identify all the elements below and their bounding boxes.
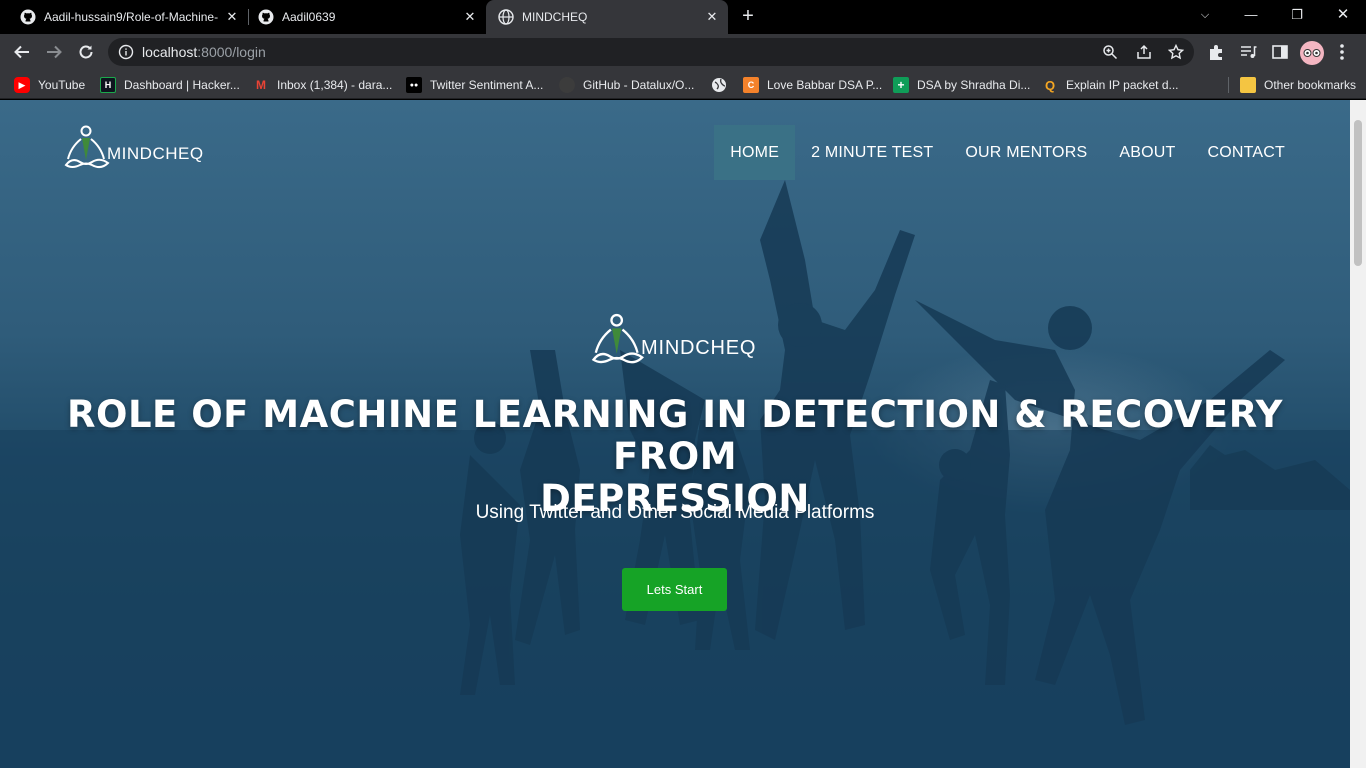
bookmark-love-babbar[interactable]: C Love Babbar DSA P... xyxy=(743,75,882,95)
lets-start-button[interactable]: Lets Start xyxy=(622,568,727,611)
meditation-logo-icon xyxy=(64,125,110,169)
forward-button[interactable] xyxy=(40,38,68,66)
tab-title: MINDCHEQ xyxy=(522,10,588,24)
window-close-button[interactable]: ✕ xyxy=(1320,0,1366,30)
close-icon[interactable]: ✕ xyxy=(460,9,480,25)
hero-logo-text: MINDCHEQ xyxy=(641,337,757,359)
bookmark-gmail[interactable]: M Inbox (1,384) - dara... xyxy=(253,75,392,95)
hero-title-line-1: ROLE OF MACHINE LEARNING IN DETECTION & … xyxy=(67,393,1283,478)
tab-strip: Aadil-hussain9/Role-of-Machine- ✕ Aadil0… xyxy=(0,0,1366,34)
youtube-icon: ▶ xyxy=(14,77,30,93)
reload-icon xyxy=(79,45,93,59)
browser-toolbar: localhost:8000/login xyxy=(0,34,1366,70)
bookmark-github-datalux[interactable]: GitHub - Datalux/O... xyxy=(559,75,694,95)
page-scrollbar[interactable] xyxy=(1350,100,1366,768)
bookmark-hackerrank[interactable]: H Dashboard | Hacker... xyxy=(100,75,240,95)
bookmark-label: Love Babbar DSA P... xyxy=(767,78,883,92)
nav-2-minute-test[interactable]: 2 MINUTE TEST xyxy=(795,125,949,180)
bookmarks-bar: ▶ YouTube H Dashboard | Hacker... M Inbo… xyxy=(0,70,1366,99)
share-icon[interactable] xyxy=(1136,44,1152,60)
bookmark-youtube[interactable]: ▶ YouTube xyxy=(14,75,85,95)
hero-subtitle: Using Twitter and Other Social Media Pla… xyxy=(475,502,875,523)
side-panel-icon[interactable] xyxy=(1271,43,1289,61)
bookmark-label: Dashboard | Hacker... xyxy=(124,78,240,92)
github-icon xyxy=(20,9,36,25)
profile-avatar[interactable] xyxy=(1300,41,1324,65)
reload-button[interactable] xyxy=(72,38,100,66)
arrow-right-icon xyxy=(47,45,62,59)
bookmark-divider xyxy=(1228,77,1229,93)
globe-icon xyxy=(498,9,514,25)
bookmark-label: Twitter Sentiment A... xyxy=(430,78,544,92)
restore-button[interactable]: ❐ xyxy=(1274,0,1320,30)
bookmark-label: Other bookmarks xyxy=(1264,78,1357,92)
new-tab-button[interactable]: + xyxy=(737,5,759,27)
brand-name: MINDCHEQ xyxy=(107,144,204,163)
tab-title: Aadil0639 xyxy=(282,10,336,24)
nav-contact[interactable]: CONTACT xyxy=(1191,125,1301,180)
scrollbar-thumb[interactable] xyxy=(1354,120,1362,266)
arrow-left-icon xyxy=(14,45,29,59)
nav-our-mentors[interactable]: OUR MENTORS xyxy=(949,125,1103,180)
main-nav: HOME 2 MINUTE TEST OUR MENTORS ABOUT CON… xyxy=(714,125,1301,180)
tab-title: Aadil-hussain9/Role-of-Machine- xyxy=(44,10,219,24)
bookmark-label: Explain IP packet d... xyxy=(1066,78,1179,92)
tab-search-icon[interactable]: ⌵ xyxy=(1182,0,1228,30)
media-control-icon[interactable] xyxy=(1239,43,1257,61)
gmail-icon: M xyxy=(256,78,266,92)
bookmark-label: DSA by Shradha Di... xyxy=(917,78,1031,92)
back-button[interactable] xyxy=(8,38,36,66)
nav-about[interactable]: ABOUT xyxy=(1103,125,1191,180)
bookmark-dsa-shradha[interactable]: + DSA by Shradha Di... xyxy=(893,75,1030,95)
tab-mindcheq[interactable]: MINDCHEQ ✕ xyxy=(486,0,728,34)
url-host: localhost xyxy=(142,44,198,60)
url-path: :8000/login xyxy=(197,44,266,60)
medium-icon: ●● xyxy=(406,77,422,93)
meditation-logo-icon xyxy=(591,313,644,364)
github-icon xyxy=(258,9,274,25)
hero-logo: MINDCHEQ xyxy=(590,312,756,368)
bookmark-globe[interactable] xyxy=(711,75,727,95)
hackerrank-icon: H xyxy=(100,77,116,93)
menu-icon[interactable] xyxy=(1338,43,1346,61)
bookmark-label: GitHub - Datalux/O... xyxy=(583,78,695,92)
bookmark-label: Inbox (1,384) - dara... xyxy=(277,78,393,92)
bookmark-explain-ip[interactable]: Q Explain IP packet d... xyxy=(1042,75,1179,95)
star-icon[interactable] xyxy=(1168,44,1184,60)
quora-icon: Q xyxy=(1044,77,1056,93)
bookmark-twitter-sentiment[interactable]: ●● Twitter Sentiment A... xyxy=(406,75,543,95)
github-icon xyxy=(559,77,575,93)
globe-icon xyxy=(712,78,726,92)
close-icon[interactable]: ✕ xyxy=(702,9,722,25)
info-icon[interactable] xyxy=(118,44,134,60)
minimize-button[interactable]: — xyxy=(1228,0,1274,30)
page-viewport: MINDCHEQ HOME 2 MINUTE TEST OUR MENTORS … xyxy=(0,100,1350,768)
extensions-icon[interactable] xyxy=(1207,43,1225,61)
glasses-icon xyxy=(1303,49,1321,57)
codestudio-icon: C xyxy=(743,77,759,93)
brand-logo[interactable]: MINDCHEQ xyxy=(63,125,204,171)
sheets-icon: + xyxy=(893,77,909,93)
address-bar[interactable]: localhost:8000/login xyxy=(108,38,1194,66)
tab-aadil0639[interactable]: Aadil0639 ✕ xyxy=(238,0,486,34)
address-url[interactable]: localhost:8000/login xyxy=(142,44,266,60)
zoom-icon[interactable] xyxy=(1102,44,1118,60)
bookmark-label: YouTube xyxy=(38,78,86,92)
bookmark-other[interactable]: Other bookmarks xyxy=(1240,75,1356,95)
folder-icon xyxy=(1240,77,1256,93)
tab-github-repo[interactable]: Aadil-hussain9/Role-of-Machine- ✕ xyxy=(0,0,248,34)
nav-home[interactable]: HOME xyxy=(714,125,796,180)
